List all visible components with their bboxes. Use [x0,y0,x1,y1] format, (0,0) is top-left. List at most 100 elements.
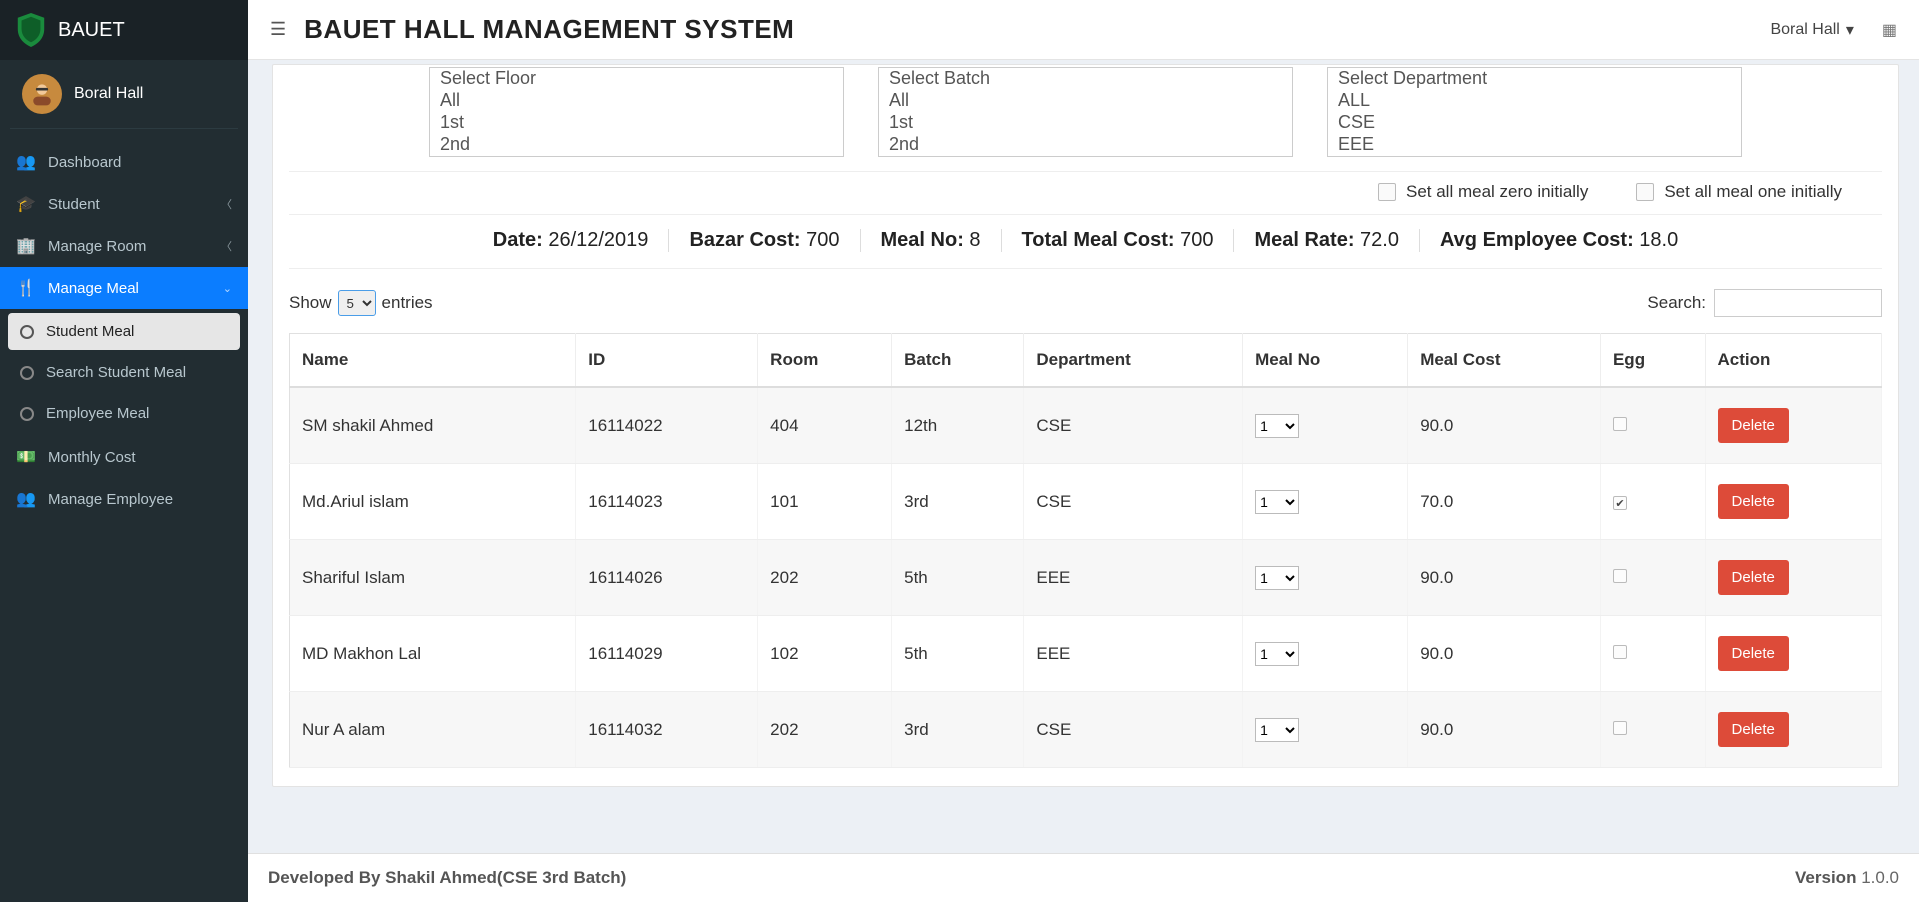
cell-mealno: 1 [1243,387,1408,464]
cell-mealcost: 90.0 [1408,387,1601,464]
user-name: Boral Hall [74,85,143,103]
delete-button[interactable]: Delete [1718,560,1789,595]
col-name[interactable]: Name [290,334,576,388]
meal-icon: 🍴 [16,278,36,298]
cell-mealno: 1 [1243,464,1408,540]
batch-select[interactable]: Select Batch All 1st 2nd [878,67,1293,157]
search-label: Search: [1647,293,1706,313]
user-panel[interactable]: Boral Hall [10,60,238,129]
avatar-icon [22,74,62,114]
col-department[interactable]: Department [1024,334,1243,388]
version-label: Version [1795,868,1856,887]
cell-room: 202 [758,692,892,768]
col-room[interactable]: Room [758,334,892,388]
sidebar-sub-employee-meal[interactable]: Employee Meal [8,395,240,432]
mealno-select[interactable]: 1 [1255,642,1299,666]
dashboard-icon: 👥 [16,152,36,172]
col-mealno[interactable]: Meal No [1243,334,1408,388]
stats-row: Date: 26/12/2019 Bazar Cost: 700 Meal No… [289,219,1882,264]
cell-action: Delete [1705,692,1881,768]
hall-dropdown[interactable]: Boral Hall ▾ [1770,20,1853,40]
cell-batch: 3rd [892,692,1024,768]
cell-id: 16114026 [576,540,758,616]
mealno-select[interactable]: 1 [1255,414,1299,438]
search-input[interactable] [1714,289,1882,317]
delete-button[interactable]: Delete [1718,484,1789,519]
egg-checkbox[interactable]: ✔ [1613,496,1627,510]
checkbox-icon [1636,183,1654,201]
cell-batch: 5th [892,616,1024,692]
menu-toggle-icon[interactable]: ☰ [270,19,286,40]
money-icon: 💵 [16,447,36,467]
cell-department: CSE [1024,464,1243,540]
cell-room: 101 [758,464,892,540]
sidebar-item-manage-employee[interactable]: 👥Manage Employee [0,478,248,520]
chevron-down-icon: ⌄ [223,282,232,295]
cell-id: 16114032 [576,692,758,768]
col-batch[interactable]: Batch [892,334,1024,388]
delete-button[interactable]: Delete [1718,408,1789,443]
set-all-zero-checkbox[interactable]: Set all meal zero initially [1378,182,1588,202]
sidebar-sub-search-student-meal[interactable]: Search Student Meal [8,354,240,391]
floor-select[interactable]: Select Floor All 1st 2nd [429,67,844,157]
table-row: Nur A alam161140322023rdCSE190.0Delete [290,692,1882,768]
cell-id: 16114029 [576,616,758,692]
cell-action: Delete [1705,387,1881,464]
col-id[interactable]: ID [576,334,758,388]
cell-mealno: 1 [1243,692,1408,768]
table-row: Md.Ariul islam161140231013rdCSE170.0✔Del… [290,464,1882,540]
cell-batch: 5th [892,540,1024,616]
mealno-select[interactable]: 1 [1255,718,1299,742]
egg-checkbox[interactable] [1613,721,1627,735]
circle-icon [20,325,34,339]
page-title: BAUET HALL MANAGEMENT SYSTEM [304,14,794,45]
footer: Developed By Shakil Ahmed(CSE 3rd Batch)… [248,853,1919,902]
set-all-one-checkbox[interactable]: Set all meal one initially [1636,182,1842,202]
delete-button[interactable]: Delete [1718,712,1789,747]
cell-egg [1600,540,1705,616]
col-egg[interactable]: Egg [1600,334,1705,388]
delete-button[interactable]: Delete [1718,636,1789,671]
egg-checkbox[interactable] [1613,569,1627,583]
cell-department: EEE [1024,540,1243,616]
cell-egg [1600,387,1705,464]
brand[interactable]: BAUET [0,0,248,60]
cell-action: Delete [1705,616,1881,692]
sidebar-sub-student-meal[interactable]: Student Meal [8,313,240,350]
room-icon: 🏢 [16,236,36,256]
brand-logo-icon [14,13,48,47]
sidebar-item-student[interactable]: 🎓Student〈 [0,183,248,225]
col-mealcost[interactable]: Meal Cost [1408,334,1601,388]
egg-checkbox[interactable] [1613,645,1627,659]
cell-batch: 12th [892,387,1024,464]
table-row: SM shakil Ahmed1611402240412thCSE190.0De… [290,387,1882,464]
department-select[interactable]: Select Department ALL CSE EEE [1327,67,1742,157]
entries-label: entries [382,293,433,313]
sidebar-item-monthly-cost[interactable]: 💵Monthly Cost [0,436,248,478]
cell-name: Md.Ariul islam [290,464,576,540]
cell-mealno: 1 [1243,616,1408,692]
chevron-left-icon: 〈 [221,196,232,212]
cell-egg [1600,616,1705,692]
col-action[interactable]: Action [1705,334,1881,388]
circle-icon [20,366,34,380]
entries-select[interactable]: 5 [338,290,376,316]
cell-mealcost: 90.0 [1408,692,1601,768]
sidebar-item-dashboard[interactable]: 👥Dashboard [0,141,248,183]
mealno-select[interactable]: 1 [1255,490,1299,514]
checkbox-icon [1378,183,1396,201]
sidebar-item-manage-meal[interactable]: 🍴Manage Meal⌄ [0,267,248,309]
student-icon: 🎓 [16,194,36,214]
sidebar-item-manage-room[interactable]: 🏢Manage Room〈 [0,225,248,267]
cell-department: CSE [1024,692,1243,768]
egg-checkbox[interactable] [1613,417,1627,431]
apps-grid-icon[interactable]: ▦ [1882,20,1897,40]
cell-egg: ✔ [1600,464,1705,540]
caret-down-icon: ▾ [1846,20,1854,40]
mealno-select[interactable]: 1 [1255,566,1299,590]
table-row: Shariful Islam161140262025thEEE190.0Dele… [290,540,1882,616]
cell-batch: 3rd [892,464,1024,540]
show-label: Show [289,293,332,313]
meal-table: Name ID Room Batch Department Meal No Me… [289,333,1882,768]
cell-room: 102 [758,616,892,692]
